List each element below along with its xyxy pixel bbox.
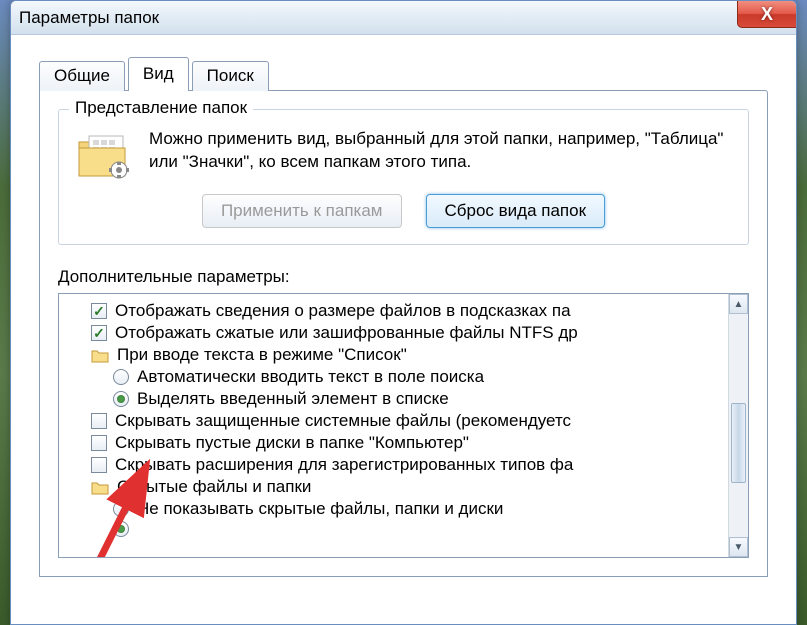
opt-hide-extensions[interactable]: Скрывать расширения для зарегистрированн… [69, 454, 744, 476]
tab-view[interactable]: Вид [128, 57, 189, 91]
group-hidden-files: Скрытые файлы и папки [69, 476, 744, 498]
scroll-down-icon[interactable]: ▼ [729, 537, 748, 557]
tab-panel-view: Представление папок [39, 90, 768, 577]
checkbox-icon[interactable] [91, 325, 107, 341]
apply-to-folders-button: Применить к папкам [202, 194, 402, 228]
radio-icon[interactable] [113, 501, 129, 517]
checkbox-icon[interactable] [91, 413, 107, 429]
opt-filesize-tooltips[interactable]: Отображать сведения о размере файлов в п… [69, 300, 744, 322]
scroll-thumb[interactable] [731, 403, 746, 483]
group-typeahead: При вводе текста в режиме "Список" [69, 344, 744, 366]
checkbox-icon[interactable] [91, 457, 107, 473]
opt-ntfs-colored[interactable]: Отображать сжатые или зашифрованные файл… [69, 322, 744, 344]
fieldset-legend: Представление папок [69, 98, 253, 118]
titlebar[interactable]: Параметры папок X [11, 1, 796, 35]
opt-show-hidden[interactable] [69, 520, 744, 538]
scroll-up-icon[interactable]: ▲ [729, 294, 748, 314]
advanced-label: Дополнительные параметры: [58, 267, 749, 287]
client-area: Общие Вид Поиск Представление папок [11, 35, 796, 577]
fieldset-description: Можно применить вид, выбранный для этой … [149, 128, 732, 180]
opt-type-search[interactable]: Автоматически вводить текст в поле поиск… [69, 366, 744, 388]
tab-search[interactable]: Поиск [192, 61, 269, 91]
radio-icon[interactable] [113, 369, 129, 385]
opt-type-select[interactable]: Выделять введенный элемент в списке [69, 388, 744, 410]
radio-icon[interactable] [113, 391, 129, 407]
advanced-tree: Отображать сведения о размере файлов в п… [59, 298, 748, 540]
advanced-listbox[interactable]: Отображать сведения о размере файлов в п… [58, 293, 749, 558]
tab-general[interactable]: Общие [39, 61, 125, 91]
scrollbar[interactable]: ▲ ▼ [728, 294, 748, 557]
scroll-track[interactable] [729, 314, 748, 537]
opt-hide-protected[interactable]: Скрывать защищенные системные файлы (рек… [69, 410, 744, 432]
folder-views-icon [75, 128, 131, 180]
folder-icon [91, 479, 109, 495]
radio-icon[interactable] [113, 521, 129, 537]
tabs-bar: Общие Вид Поиск [39, 57, 768, 91]
close-icon: X [761, 4, 773, 25]
dialog-window: Параметры папок X Общие Вид Поиск Предст… [10, 0, 797, 625]
opt-hide-empty-drives[interactable]: Скрывать пустые диски в папке "Компьютер… [69, 432, 744, 454]
folder-icon [91, 347, 109, 363]
close-button[interactable]: X [737, 0, 797, 28]
window-title: Параметры папок [19, 8, 159, 28]
reset-folders-button[interactable]: Сброс вида папок [426, 194, 606, 228]
checkbox-icon[interactable] [91, 435, 107, 451]
folder-views-fieldset: Представление папок [58, 109, 749, 245]
opt-dont-show-hidden[interactable]: Не показывать скрытые файлы, папки и дис… [69, 498, 744, 520]
checkbox-icon[interactable] [91, 303, 107, 319]
